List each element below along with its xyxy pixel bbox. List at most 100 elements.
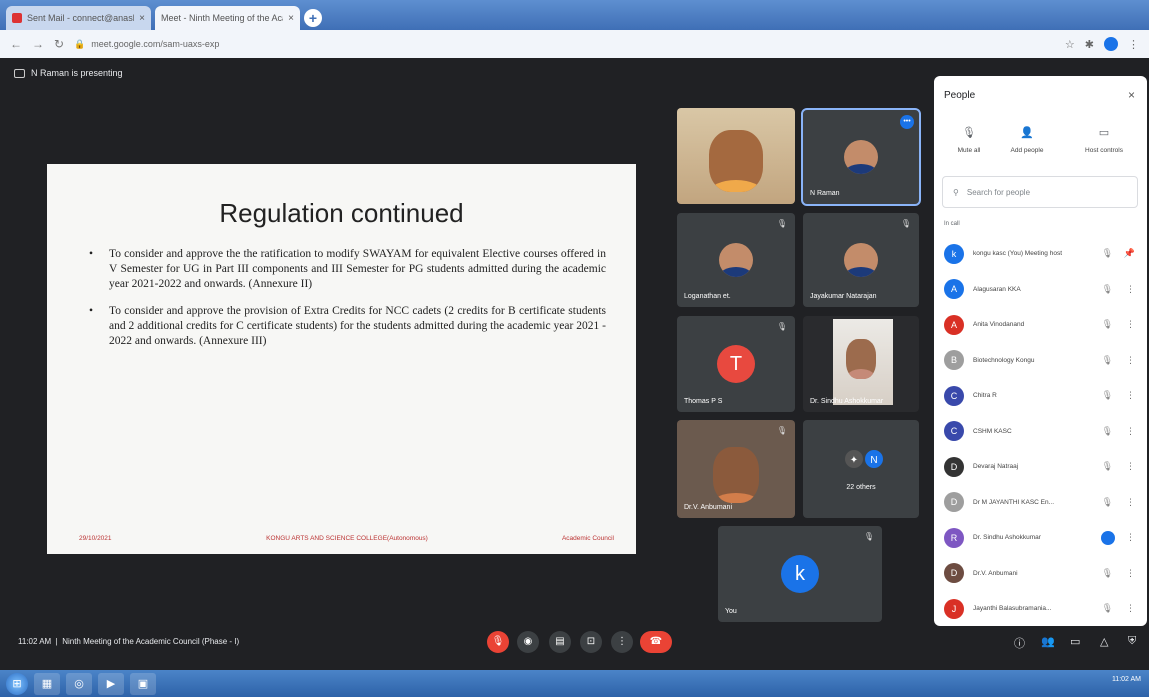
browser-tab-bar: Sent Mail - connect@anaskst.in × Meet - …: [0, 0, 1149, 68]
mic-off-button[interactable]: 🎙: [487, 631, 509, 653]
present-button[interactable]: ⊡: [580, 631, 602, 653]
slide-footer-date: 29/10/2021: [79, 535, 112, 542]
more-options-icon[interactable]: ⋮: [1126, 390, 1135, 401]
host-controls-label: Host controls: [1085, 147, 1123, 154]
participant-row[interactable]: A Alagusaran KKA 🎙 ⋮: [934, 272, 1147, 308]
address-bar[interactable]: 🔒 meet.google.com/sam-uaxs-exp: [74, 34, 1055, 54]
participant-avatar: A: [944, 279, 964, 300]
speaking-indicator-icon: •••: [900, 115, 914, 129]
mic-off-icon: 🎙: [776, 219, 787, 228]
mic-off-icon[interactable]: 🎙: [1102, 426, 1113, 437]
info-icon[interactable]: ⓘ: [1014, 635, 1025, 651]
participant-row[interactable]: k kongu kasc (You) Meeting host 🎙 📌: [934, 236, 1147, 272]
extension-icon[interactable]: ✱: [1085, 38, 1094, 51]
participant-tile[interactable]: ••• N Raman: [801, 108, 921, 206]
profile-avatar[interactable]: [1104, 37, 1118, 51]
captions-button[interactable]: ▤: [549, 631, 571, 653]
more-options-icon[interactable]: ⋮: [1126, 461, 1135, 472]
participant-row[interactable]: D Devaraj Natraaj 🎙 ⋮: [934, 449, 1147, 485]
participant-row[interactable]: C CSHM KASC 🎙 ⋮: [934, 414, 1147, 450]
lock-icon: 🔒: [74, 38, 86, 49]
participant-tile[interactable]: 🎙 T Thomas P S: [677, 316, 795, 412]
more-options-icon[interactable]: ⋮: [1126, 355, 1135, 366]
people-panel: People × 🎙 Mute all 👤 Add people ▭ Host …: [934, 76, 1147, 626]
participant-tile[interactable]: Dr. Sindhu Ashokkumar: [803, 316, 919, 412]
mic-off-icon[interactable]: 🎙: [1102, 568, 1113, 579]
mic-off-icon[interactable]: 🎙: [1102, 603, 1113, 614]
participant-initial: N: [863, 448, 885, 470]
menu-icon[interactable]: ⋮: [1128, 38, 1139, 51]
add-people-button[interactable]: 👤 Add people: [992, 126, 1062, 154]
more-options-icon[interactable]: ⋮: [1126, 426, 1135, 437]
participant-tile[interactable]: 🎙 Loganathan et.: [677, 213, 795, 307]
chat-icon[interactable]: ▭: [1070, 635, 1080, 648]
camera-button[interactable]: ◉: [517, 631, 539, 653]
more-options-button[interactable]: ⋮: [611, 631, 633, 653]
participant-row[interactable]: A Anita Vinodanand 🎙 ⋮: [934, 307, 1147, 343]
slide-title: Regulation continued: [219, 198, 464, 228]
people-icon[interactable]: 👥: [1041, 635, 1055, 648]
participant-tile[interactable]: 🎙 Jayakumar Natarajan: [803, 213, 919, 307]
self-tile[interactable]: 🎙 k You: [718, 526, 882, 622]
gmail-icon: [12, 13, 22, 23]
more-options-icon[interactable]: ⋮: [1126, 568, 1135, 579]
activities-icon[interactable]: △: [1100, 635, 1108, 648]
more-options-icon[interactable]: ⋮: [1126, 532, 1135, 543]
participant-video: [709, 129, 763, 192]
forward-icon[interactable]: →: [32, 37, 44, 51]
participant-row[interactable]: R Dr. Sindhu Ashokkumar ⋮: [934, 520, 1147, 556]
others-tile[interactable]: ✦ N 22 others: [803, 420, 919, 518]
media-icon[interactable]: ▶: [98, 672, 124, 695]
chrome-icon[interactable]: ◎: [66, 672, 92, 695]
participant-tile[interactable]: [677, 108, 795, 204]
reload-icon[interactable]: ↻: [54, 37, 64, 51]
hang-up-button[interactable]: ☎: [640, 631, 672, 653]
mic-off-icon[interactable]: 🎙: [1102, 355, 1113, 366]
people-search-input[interactable]: ⚲ Search for people: [942, 176, 1138, 208]
speaking-indicator-icon: [1101, 530, 1115, 545]
participant-name: Dr.V. Anbumani: [973, 569, 1018, 577]
close-icon[interactable]: ×: [288, 13, 294, 24]
start-button[interactable]: ⊞: [6, 672, 28, 695]
participant-tile[interactable]: 🎙 Dr.V. Anbumani: [677, 420, 795, 518]
mic-off-icon[interactable]: 🎙: [1102, 248, 1113, 259]
search-placeholder: Search for people: [966, 187, 1031, 197]
participant-row[interactable]: D Dr M JAYANTHI KASC En... 🎙 ⋮: [934, 485, 1147, 521]
star-icon[interactable]: ☆: [1065, 38, 1075, 51]
more-options-icon[interactable]: ⋮: [1126, 284, 1135, 295]
back-icon[interactable]: ←: [10, 37, 22, 51]
participant-name: Anita Vinodanand: [973, 321, 1025, 329]
participant-row[interactable]: B Biotechnology Kongu 🎙 ⋮: [934, 343, 1147, 379]
host-controls-button[interactable]: ▭ Host controls: [1069, 126, 1139, 154]
mic-off-icon[interactable]: 🎙: [1102, 390, 1113, 401]
mic-off-icon: 🎙: [863, 532, 874, 541]
close-icon[interactable]: ×: [139, 13, 145, 24]
mute-all-label: Mute all: [957, 147, 981, 154]
mic-off-icon[interactable]: 🎙: [1102, 497, 1113, 508]
pin-icon[interactable]: 📌: [1124, 248, 1135, 259]
participant-avatar: C: [944, 421, 964, 442]
participant-avatar: D: [944, 492, 964, 513]
add-people-label: Add people: [1010, 147, 1044, 154]
more-options-icon[interactable]: ⋮: [1126, 603, 1135, 614]
file-explorer-icon[interactable]: ▦: [34, 672, 60, 695]
app-icon[interactable]: ▣: [130, 672, 156, 695]
more-options-icon[interactable]: ⋮: [1126, 319, 1135, 330]
participant-avatar: D: [944, 456, 964, 477]
close-icon[interactable]: ×: [1128, 88, 1135, 102]
mic-off-icon[interactable]: 🎙: [1102, 461, 1113, 472]
in-call-label: In call: [944, 221, 960, 227]
system-tray[interactable]: 11:02 AM: [1112, 676, 1141, 683]
mic-off-icon[interactable]: 🎙: [1102, 319, 1113, 330]
participant-row[interactable]: D Dr.V. Anbumani 🎙 ⋮: [934, 556, 1147, 592]
tab-gmail[interactable]: Sent Mail - connect@anaskst.in ×: [6, 6, 151, 30]
participant-row[interactable]: J Jayanthi Balasubramania... 🎙 ⋮: [934, 591, 1147, 627]
meeting-details[interactable]: 11:02 AM | Ninth Meeting of the Academic…: [18, 637, 239, 646]
host-controls-icon[interactable]: ⛨: [1128, 635, 1136, 648]
tab-meet[interactable]: Meet - Ninth Meeting of the Academic Cou…: [0, 6, 300, 68]
participant-row[interactable]: C Chitra R 🎙 ⋮: [934, 378, 1147, 414]
mic-off-icon[interactable]: 🎙: [1102, 284, 1113, 295]
more-options-icon[interactable]: ⋮: [1126, 497, 1135, 508]
new-tab-button[interactable]: +: [304, 9, 322, 27]
present-screen-icon: [14, 68, 25, 78]
